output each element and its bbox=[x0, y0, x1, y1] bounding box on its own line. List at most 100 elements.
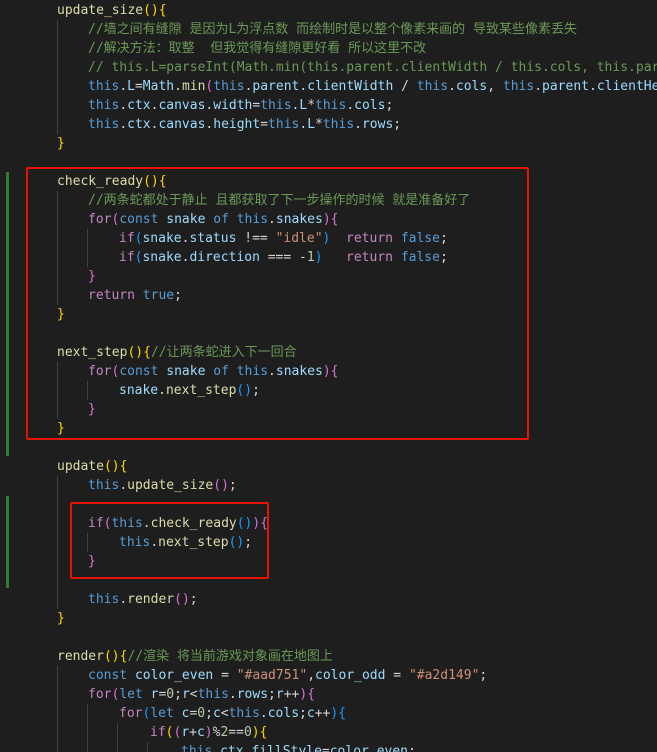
code-token: false bbox=[400, 250, 440, 265]
code-token: ; bbox=[189, 592, 198, 607]
code-line[interactable]: } bbox=[88, 267, 96, 286]
code-token: . bbox=[212, 744, 221, 752]
code-token: snakes bbox=[275, 212, 323, 227]
code-line[interactable]: if(snake.direction === -1) return false; bbox=[119, 248, 448, 267]
code-line[interactable]: this.L=Math.min(this.parent.clientWidth … bbox=[88, 77, 657, 96]
code-token: // this.L=parseInt(Math.min(this.parent.… bbox=[88, 60, 657, 75]
code-token: ( bbox=[236, 516, 245, 531]
code-token: ; bbox=[439, 250, 448, 265]
code-line[interactable]: } bbox=[57, 305, 65, 324]
code-token: //渲染 将当前游戏对象画在地图上 bbox=[127, 649, 333, 664]
code-line[interactable]: if(snake.status !== "idle") return false… bbox=[119, 229, 448, 248]
code-token: ; bbox=[174, 687, 182, 702]
code-token: } bbox=[57, 421, 65, 436]
code-line[interactable]: this.ctx.fillStyle=color_even; bbox=[181, 742, 416, 752]
code-token: update_size bbox=[127, 478, 214, 493]
code-token: . bbox=[534, 79, 543, 94]
code-token: . bbox=[228, 687, 237, 702]
code-token: this bbox=[315, 98, 347, 113]
code-line[interactable]: check_ready(){ bbox=[57, 172, 167, 191]
code-token: ) bbox=[204, 725, 213, 740]
code-token: this bbox=[119, 535, 151, 550]
code-line[interactable]: if((r+c)%2==0){ bbox=[150, 723, 267, 742]
code-token: snakes bbox=[275, 364, 323, 379]
code-line[interactable]: for(const snake of this.snakes){ bbox=[88, 362, 339, 381]
code-line[interactable]: this.update_size(); bbox=[88, 476, 237, 495]
code-token: ) bbox=[322, 364, 331, 379]
code-token: ( bbox=[103, 649, 112, 664]
code-token: ( bbox=[103, 459, 112, 474]
code-line[interactable]: if(this.check_ready()){ bbox=[88, 514, 268, 533]
code-token: { bbox=[143, 345, 151, 360]
code-token: L bbox=[299, 98, 308, 113]
code-token: this bbox=[88, 79, 120, 94]
code-line[interactable]: render(){//渲染 将当前游戏对象画在地图上 bbox=[57, 647, 333, 666]
code-token: ; bbox=[479, 668, 488, 683]
code-line[interactable]: for(let r=0;r<this.rows;r++){ bbox=[88, 685, 315, 704]
code-line[interactable]: //解决方法：取整 但我觉得有缝隙更好看 所以这里不改 bbox=[88, 39, 426, 58]
code-line[interactable]: //两条蛇都处于静止 且都获取了下一步操作的时候 就是准备好了 bbox=[88, 191, 470, 210]
code-line[interactable]: } bbox=[88, 552, 96, 571]
code-token: parent bbox=[252, 79, 300, 94]
code-token: === bbox=[259, 250, 300, 265]
code-token: width bbox=[213, 98, 253, 113]
code-token: status bbox=[189, 231, 237, 246]
code-token: = bbox=[134, 79, 143, 94]
code-token: this bbox=[88, 117, 120, 132]
code-line[interactable]: //墙之间有缝隙 是因为L为浮点数 而绘制时是以整个像素来画的 导致某些像素丢失 bbox=[88, 20, 577, 39]
code-token: of bbox=[213, 364, 229, 379]
code-token: ; bbox=[268, 687, 276, 702]
code-line[interactable]: const color_even = "#aad751",color_odd =… bbox=[88, 666, 487, 685]
code-line[interactable]: this.ctx.canvas.height=this.L*this.rows; bbox=[88, 115, 401, 134]
code-token: ) bbox=[150, 3, 159, 18]
code-token: cols bbox=[455, 79, 488, 94]
code-token: } bbox=[88, 402, 96, 417]
editor-gutter bbox=[0, 0, 10, 752]
code-line[interactable]: this.ctx.canvas.width=this.L*this.cols; bbox=[88, 96, 393, 115]
code-line[interactable]: } bbox=[57, 134, 65, 153]
code-line[interactable]: } bbox=[57, 419, 65, 438]
code-token: } bbox=[88, 269, 96, 284]
code-token: !== bbox=[236, 231, 276, 246]
code-token: color_even bbox=[134, 668, 214, 683]
code-line[interactable]: return true; bbox=[88, 286, 182, 305]
code-token: this bbox=[181, 744, 213, 752]
code-token: this bbox=[88, 98, 120, 113]
code-token: ( bbox=[143, 174, 151, 189]
code-token: this bbox=[268, 117, 300, 132]
code-token: ) bbox=[322, 212, 331, 227]
code-token: update bbox=[57, 459, 104, 474]
code-token: check_ready bbox=[150, 516, 237, 531]
code-token: } bbox=[57, 307, 65, 322]
code-line[interactable]: } bbox=[88, 400, 96, 419]
code-token: //让两条蛇进入下一回合 bbox=[150, 345, 297, 360]
code-line[interactable]: // this.L=parseInt(Math.min(this.parent.… bbox=[88, 58, 657, 77]
code-token: ) bbox=[111, 649, 120, 664]
code-line[interactable]: } bbox=[57, 609, 65, 628]
code-token: - bbox=[299, 250, 307, 265]
code-line[interactable]: this.next_step(); bbox=[119, 533, 252, 552]
code-token: direction bbox=[189, 250, 260, 265]
indent-guide bbox=[117, 723, 118, 752]
code-token: rows bbox=[236, 687, 269, 702]
code-token: next_step bbox=[57, 345, 128, 360]
code-line[interactable]: for(const snake of this.snakes){ bbox=[88, 210, 339, 229]
code-line[interactable]: for(let c=0;c<this.cols;c++){ bbox=[119, 704, 346, 723]
code-editor[interactable]: update_size(){//墙之间有缝隙 是因为L为浮点数 而绘制时是以整个… bbox=[0, 0, 657, 752]
code-token: . bbox=[119, 79, 128, 94]
code-token: ) bbox=[150, 174, 159, 189]
code-line[interactable]: update(){ bbox=[57, 457, 127, 476]
code-token: . bbox=[259, 706, 268, 721]
code-line[interactable]: update_size(){ bbox=[57, 1, 167, 20]
code-token: . bbox=[448, 79, 456, 94]
code-token: * bbox=[315, 117, 323, 132]
code-line[interactable]: this.render(); bbox=[88, 590, 198, 609]
code-token: this bbox=[322, 117, 355, 132]
code-line[interactable]: next_step(){//让两条蛇进入下一回合 bbox=[57, 343, 297, 362]
code-line[interactable]: snake.next_step(); bbox=[119, 381, 260, 400]
